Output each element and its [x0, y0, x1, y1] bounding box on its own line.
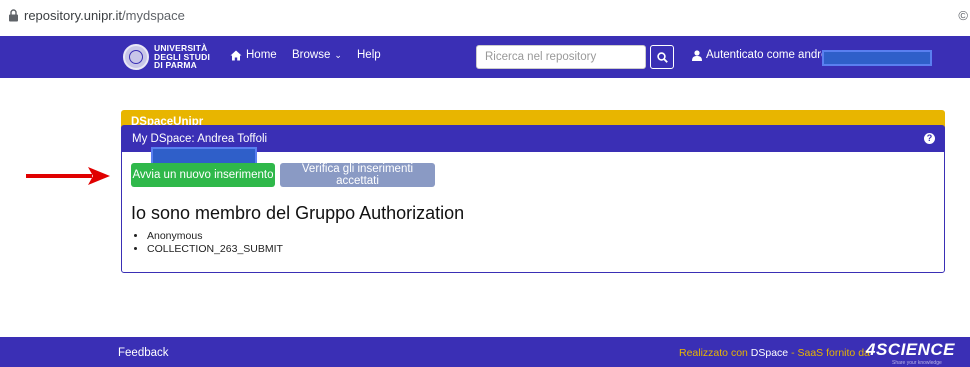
view-accepted-submissions-button[interactable]: Verifica gli inserimenti accettati: [280, 163, 435, 187]
university-logo[interactable]: UNIVERSITÀ DEGLI STUDI DI PARMA: [123, 40, 210, 74]
dspace-link[interactable]: DSpace: [751, 347, 788, 359]
list-item: Anonymous: [147, 230, 283, 243]
page-footer: Feedback Realizzato con DSpace - SaaS fo…: [0, 337, 970, 367]
logo-line-3: DI PARMA: [154, 60, 197, 71]
search-input[interactable]: [476, 45, 646, 69]
nav-browse-label: Browse: [292, 49, 331, 61]
credit-prefix: Realizzato con: [679, 347, 748, 359]
list-item: COLLECTION_263_SUBMIT: [147, 243, 283, 256]
redaction-box: [822, 50, 932, 66]
user-menu-label: Autenticato come andrea.t: [706, 49, 841, 61]
url-text[interactable]: repository.unipr.it/mydspace: [24, 8, 185, 23]
browser-edge-glyph: ©: [958, 8, 968, 23]
search-button[interactable]: [650, 45, 674, 69]
university-seal-icon: [123, 44, 149, 70]
url-path: /mydspace: [122, 8, 185, 23]
feedback-link[interactable]: Feedback: [118, 347, 169, 359]
user-icon: [692, 49, 702, 61]
url-host: repository.unipr.it: [24, 8, 123, 23]
browser-address-bar[interactable]: repository.unipr.it/mydspace ©: [0, 0, 970, 32]
nav-help-link[interactable]: Help: [357, 49, 381, 61]
search-icon: [656, 51, 668, 63]
home-icon: [230, 50, 242, 60]
nav-help-label: Help: [357, 49, 381, 61]
panel-title: My DSpace: Andrea Toffoli: [132, 133, 268, 145]
lock-icon: [9, 9, 18, 22]
4science-tagline: Share your knowledge: [892, 360, 942, 366]
4science-logo[interactable]: 4SCIENCE: [866, 340, 955, 360]
user-menu[interactable]: Autenticato come andrea.t: [692, 49, 840, 61]
help-icon[interactable]: ?: [924, 133, 935, 144]
chevron-down-icon: ⌄: [334, 49, 342, 60]
logo-text: UNIVERSITÀ DEGLI STUDI DI PARMA: [154, 44, 210, 70]
red-arrow-annotation-icon: [26, 167, 110, 185]
group-membership-heading: Io sono membro del Gruppo Authorization: [131, 203, 465, 223]
nav-home-link[interactable]: Home: [230, 49, 277, 61]
nav-home-label: Home: [246, 49, 277, 61]
footer-credits: Realizzato con DSpace - SaaS fornito da: [679, 347, 870, 359]
new-submission-button[interactable]: Avvia un nuovo inserimento: [131, 163, 275, 187]
credit-suffix: - SaaS fornito da: [788, 347, 870, 359]
group-list: Anonymous COLLECTION_263_SUBMIT: [147, 230, 283, 255]
nav-browse-dropdown[interactable]: Browse ⌄: [292, 49, 342, 61]
